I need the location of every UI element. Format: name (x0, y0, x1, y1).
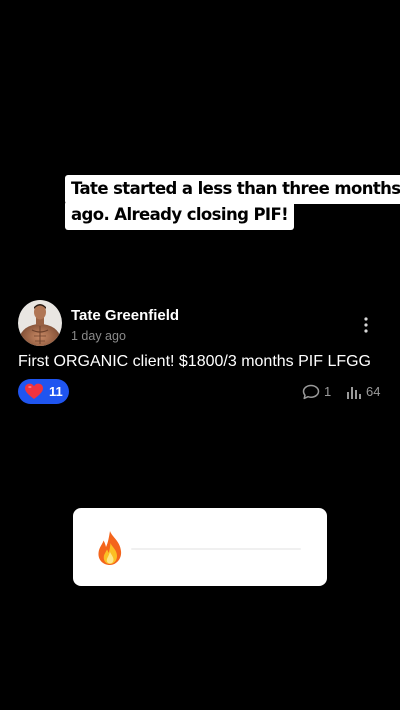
story-caption: Tate started a less than three months ag… (65, 175, 400, 230)
more-vertical-icon[interactable] (358, 316, 374, 334)
reaction-slider-card[interactable] (73, 508, 327, 586)
caption-line-1: Tate started a less than three months (65, 175, 400, 204)
author-name[interactable]: Tate Greenfield (71, 307, 179, 324)
bar-chart-icon (347, 387, 361, 399)
reaction-button[interactable]: 11 (18, 379, 69, 404)
reaction-count: 11 (49, 384, 63, 399)
post-body: First ORGANIC client! $1800/3 months PIF… (18, 353, 371, 370)
comment-count: 1 (324, 384, 332, 399)
comment-icon (302, 384, 320, 400)
heart-icon (25, 383, 43, 400)
views-count: 64 (366, 384, 381, 399)
avatar[interactable] (18, 300, 62, 346)
fire-icon[interactable] (93, 530, 127, 566)
post-timestamp: 1 day ago (71, 329, 126, 343)
caption-line-2: ago. Already closing PIF! (65, 201, 295, 230)
reaction-slider-track[interactable] (131, 548, 301, 550)
